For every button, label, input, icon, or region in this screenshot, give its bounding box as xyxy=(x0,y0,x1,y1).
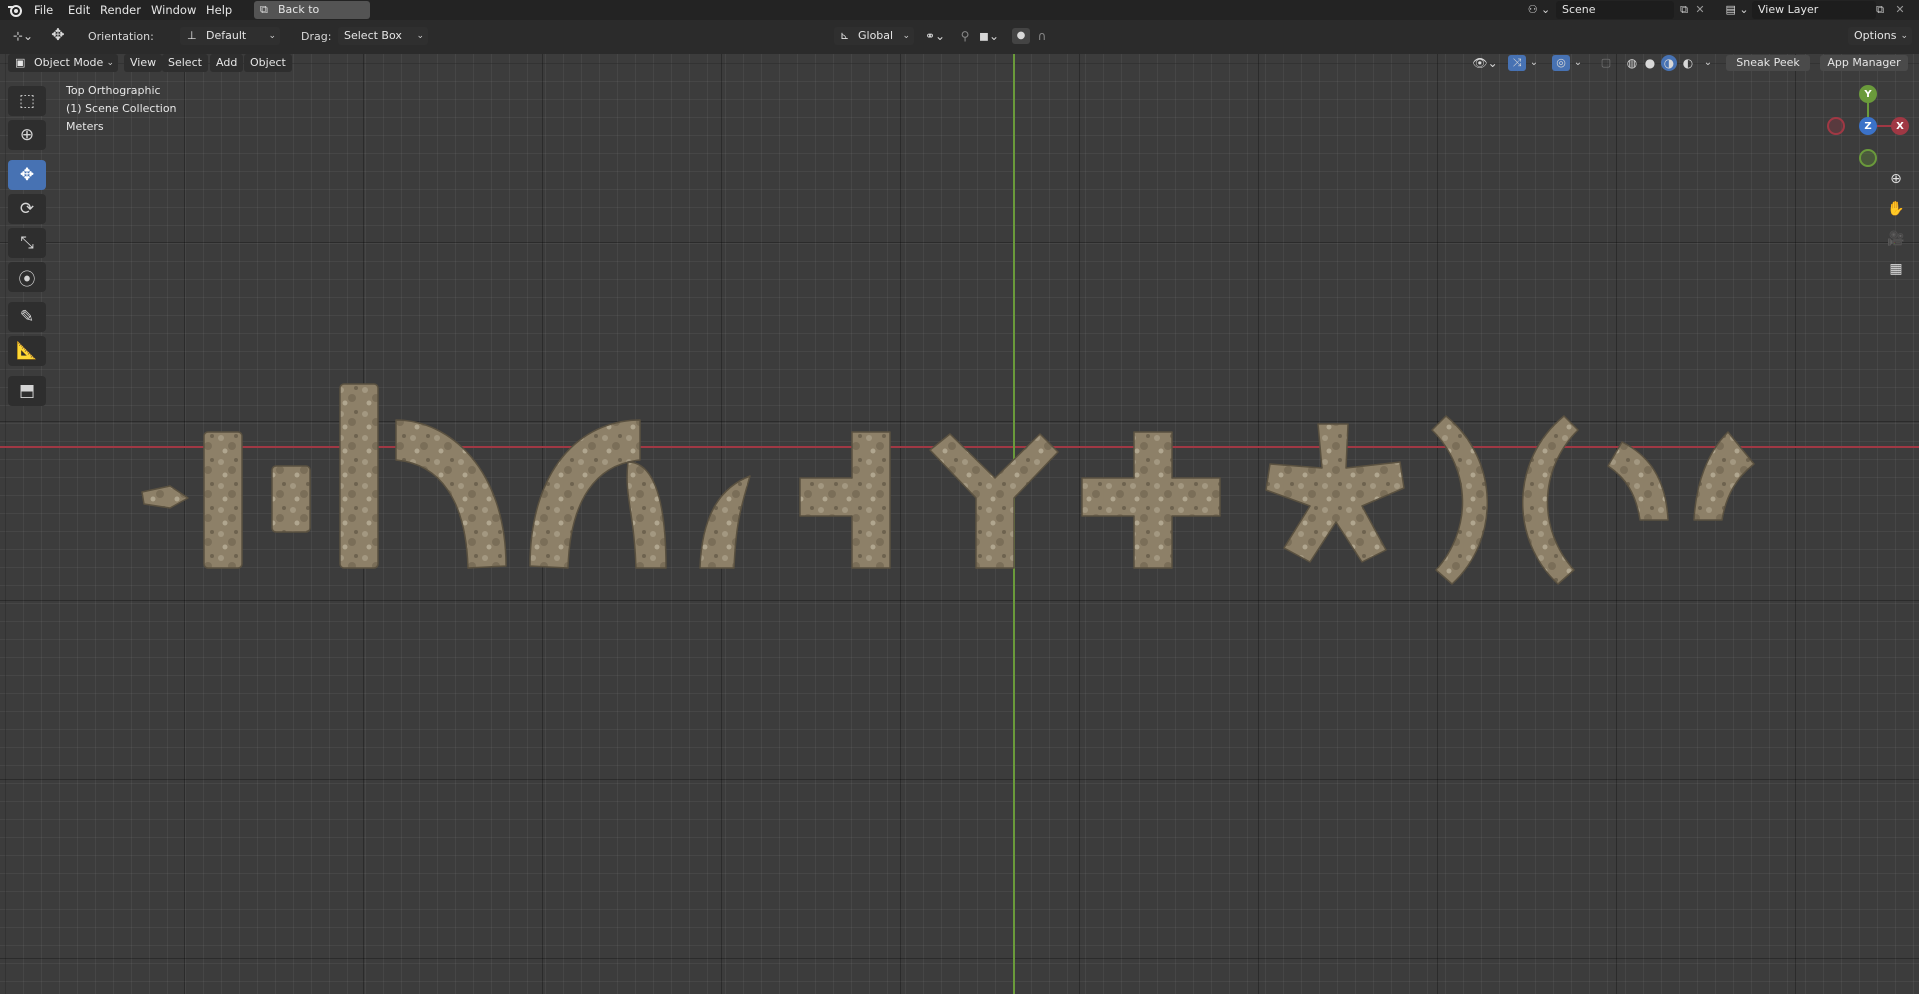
drag-value: Select Box xyxy=(344,29,402,42)
measure-icon[interactable]: 📐 xyxy=(8,336,46,366)
chevron-down-icon: ⌄ xyxy=(902,31,910,41)
object-mode-icon: ▣ xyxy=(15,56,26,69)
global-axis-icon: ⊾ xyxy=(840,29,850,42)
solid-shading-icon[interactable]: ● xyxy=(1642,55,1658,71)
object-mode-value: Object Mode xyxy=(34,56,104,69)
gizmo-toggle-icon[interactable]: ⤨ xyxy=(1508,55,1526,71)
navigation-gizmo[interactable]: Y X Z xyxy=(1826,84,1910,168)
scene-name-value: Scene xyxy=(1562,3,1596,16)
gizmo-neg-x-axis[interactable] xyxy=(1827,117,1845,135)
proportional-editing-icon[interactable]: ● xyxy=(1012,28,1030,44)
new-scene-icon[interactable]: ⧉ xyxy=(1676,2,1692,18)
app-manager-button[interactable]: App Manager xyxy=(1820,55,1908,71)
view-layer-field[interactable]: View Layer xyxy=(1752,1,1876,19)
shading-chevron-icon[interactable]: ⌄ xyxy=(1702,55,1714,71)
menu-file[interactable]: File xyxy=(34,0,53,20)
move-icon[interactable]: ✥ xyxy=(8,160,46,190)
menu-select[interactable]: Select xyxy=(162,54,208,72)
back-to-previous-button[interactable]: ⧉ Back to Previous xyxy=(254,1,370,34)
options-dropdown[interactable]: Options ⌄ xyxy=(1848,27,1912,45)
gizmo-neg-y-axis[interactable] xyxy=(1859,149,1877,167)
scale-icon[interactable]: ⤡ xyxy=(8,228,46,258)
menu-render[interactable]: Render xyxy=(100,0,141,20)
falloff-icon[interactable]: ∩ xyxy=(1032,28,1052,44)
overlay-chevron-icon[interactable]: ⌄ xyxy=(1572,55,1584,71)
transform-icon[interactable]: ⦿ xyxy=(8,262,46,292)
move-tool-icon: ✥ xyxy=(51,25,65,44)
snap-target-icon[interactable]: ◼⌄ xyxy=(974,28,1004,44)
gizmo-chevron-icon[interactable]: ⌄ xyxy=(1528,55,1540,71)
transform-orientation-dropdown[interactable]: ⊾ Global ⌄ xyxy=(834,27,914,45)
view-layer-selector-icon[interactable]: ▤ ⌄ xyxy=(1722,2,1752,18)
material-shading-icon[interactable]: ◑ xyxy=(1661,55,1677,71)
chevron-down-icon: ⌄ xyxy=(268,31,276,41)
grid-icon[interactable]: ▦ xyxy=(1884,257,1908,281)
gizmo-z-axis[interactable]: Z xyxy=(1859,117,1877,135)
menu-object[interactable]: Object xyxy=(244,54,292,72)
orientation-label: Orientation: xyxy=(88,30,154,43)
chevron-down-icon: ⌄ xyxy=(106,58,114,68)
menu-help[interactable]: Help xyxy=(206,0,232,20)
back-icon: ⧉ xyxy=(260,3,268,16)
orientation-dropdown[interactable]: ⊥ Default ⌄ xyxy=(180,27,280,45)
gizmo-x-axis[interactable]: X xyxy=(1891,117,1909,135)
new-view-layer-icon[interactable]: ⧉ xyxy=(1872,2,1888,18)
y-axis-line xyxy=(1013,54,1015,994)
drag-dropdown[interactable]: Select Box ⌄ xyxy=(338,27,428,45)
menu-edit[interactable]: Edit xyxy=(68,0,90,20)
snap-icon[interactable]: ⚲ xyxy=(956,28,974,44)
zoom-icon[interactable]: ⊕ xyxy=(1884,167,1908,191)
top-menu-bar: File Edit Render Window Help ⧉ Back to P… xyxy=(0,0,1919,34)
gizmo-y-axis[interactable]: Y xyxy=(1859,85,1877,103)
units-info: Meters xyxy=(66,120,104,133)
cursor-icon[interactable]: ⊕ xyxy=(8,120,46,150)
view-name: Top Orthographic xyxy=(66,84,161,97)
chevron-down-icon: ⌄ xyxy=(416,31,424,41)
select-box-icon[interactable]: ⬚ xyxy=(8,86,46,116)
x-axis-line xyxy=(0,446,1919,448)
orientation-value: Default xyxy=(206,29,247,42)
rendered-shading-icon[interactable]: ◐ xyxy=(1680,55,1696,71)
transform-orientation-value: Global xyxy=(858,29,894,42)
tool-settings-bar: ⊹⌄ ✥ Orientation: ⊥ Default ⌄ Drag: Sele… xyxy=(0,20,1919,54)
overlay-toggle-icon[interactable]: ◎ xyxy=(1552,55,1570,71)
add-cube-icon[interactable]: ⬒ xyxy=(8,376,46,406)
pivot-point-icon[interactable]: ⚭⌄ xyxy=(920,28,950,44)
delete-scene-icon[interactable]: ✕ xyxy=(1692,2,1708,18)
delete-view-layer-icon[interactable]: ✕ xyxy=(1892,2,1908,18)
wireframe-shading-icon[interactable]: ◍ xyxy=(1624,55,1640,71)
view-layer-value: View Layer xyxy=(1758,3,1819,16)
visibility-icon[interactable]: 👁⌄ xyxy=(1470,55,1500,71)
pan-hand-icon[interactable]: ✋ xyxy=(1884,197,1908,221)
orientation-axis-icon: ⊥ xyxy=(187,29,197,42)
camera-icon[interactable]: 🎥 xyxy=(1884,227,1908,251)
rotate-icon[interactable]: ⟳ xyxy=(8,194,46,224)
scene-name-field[interactable]: Scene xyxy=(1556,1,1674,19)
editor-type-icon[interactable]: ⊹⌄ xyxy=(8,28,38,44)
xray-icon[interactable]: ▢ xyxy=(1598,55,1614,71)
drag-label: Drag: xyxy=(301,30,332,43)
scene-selector-icon[interactable]: ⚇ ⌄ xyxy=(1524,2,1554,18)
collection-info: (1) Scene Collection xyxy=(66,102,177,115)
menu-window[interactable]: Window xyxy=(151,0,196,20)
menu-add[interactable]: Add xyxy=(210,54,244,72)
annotate-icon[interactable]: ✎ xyxy=(8,302,46,332)
chevron-down-icon: ⌄ xyxy=(1900,31,1908,41)
3d-viewport[interactable]: ▣ Object Mode ⌄ View Select Add Object 👁… xyxy=(0,54,1919,994)
object-mode-dropdown[interactable]: ▣ Object Mode ⌄ xyxy=(8,54,118,72)
menu-view[interactable]: View xyxy=(124,54,163,72)
options-label: Options xyxy=(1854,29,1897,42)
sneak-peek-button[interactable]: Sneak Peek xyxy=(1726,55,1810,71)
